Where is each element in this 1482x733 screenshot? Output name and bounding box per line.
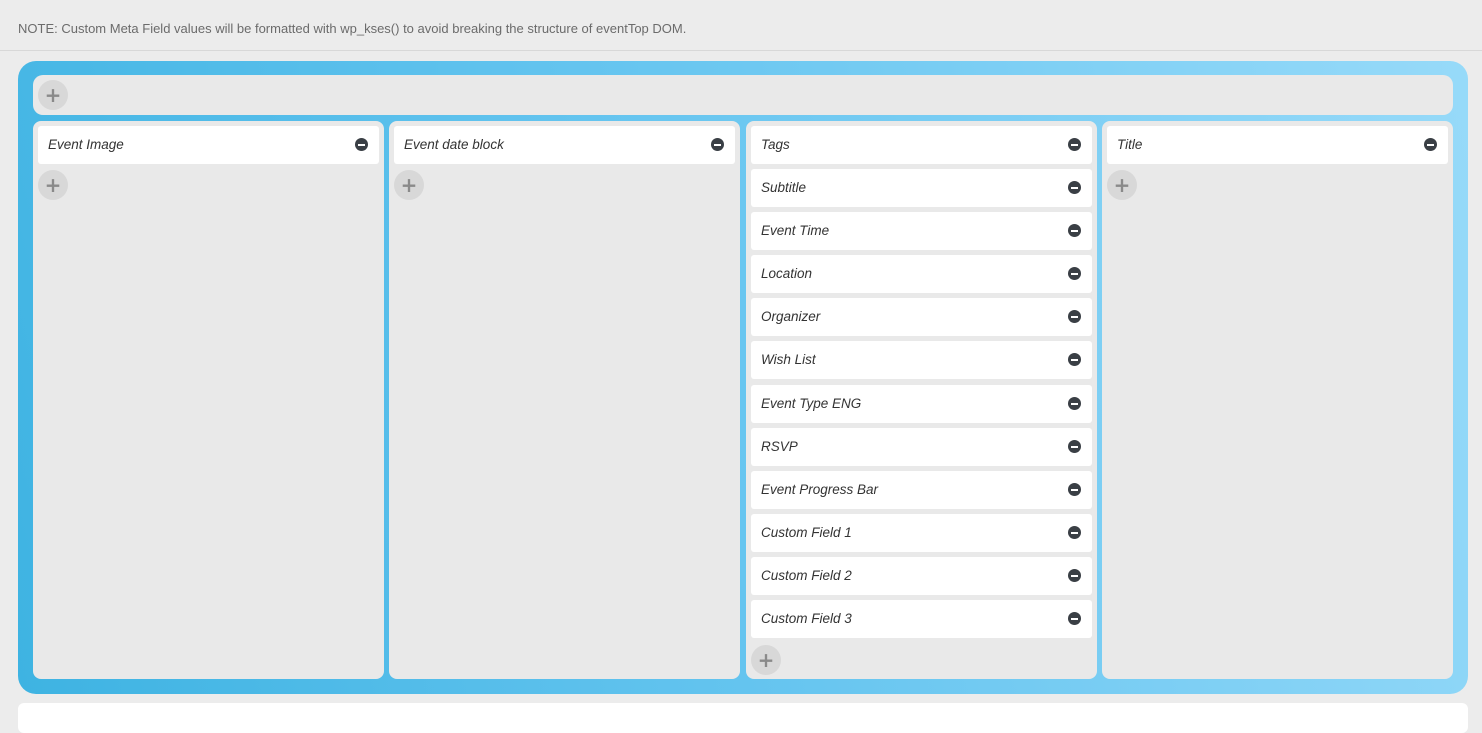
field-label: RSVP xyxy=(761,439,798,454)
minus-circle-icon[interactable] xyxy=(1068,612,1081,625)
note-text: NOTE: Custom Meta Field values will be f… xyxy=(18,21,687,36)
field-label: Custom Field 1 xyxy=(761,525,852,540)
field-item[interactable]: Event Image xyxy=(38,126,379,164)
minus-circle-icon[interactable] xyxy=(1068,310,1081,323)
minus-circle-icon[interactable] xyxy=(1068,397,1081,410)
add-field-button[interactable]: + xyxy=(1107,170,1137,200)
minus-circle-icon[interactable] xyxy=(1068,138,1081,151)
field-item[interactable]: Tags xyxy=(751,126,1092,164)
field-label: Custom Field 3 xyxy=(761,611,852,626)
field-item[interactable]: Event Time xyxy=(751,212,1092,250)
minus-circle-icon[interactable] xyxy=(1068,353,1081,366)
field-label: Event Type ENG xyxy=(761,396,862,411)
field-item[interactable]: Subtitle xyxy=(751,169,1092,207)
field-item[interactable]: Organizer xyxy=(751,298,1092,336)
minus-circle-icon[interactable] xyxy=(1068,181,1081,194)
field-item[interactable]: Wish List xyxy=(751,341,1092,379)
plus-icon: + xyxy=(1113,173,1131,197)
minus-circle-icon[interactable] xyxy=(711,138,724,151)
field-item[interactable]: Custom Field 2 xyxy=(751,557,1092,595)
minus-circle-icon[interactable] xyxy=(1068,440,1081,453)
field-label: Organizer xyxy=(761,309,821,324)
field-label: Event Progress Bar xyxy=(761,482,879,497)
plus-icon: + xyxy=(44,173,62,197)
eventtop-layout-panel: + Event Image + Event date block + Tags … xyxy=(18,61,1468,694)
field-label: Location xyxy=(761,266,813,281)
field-item[interactable]: Event Type ENG xyxy=(751,385,1092,423)
field-item[interactable]: Event Progress Bar xyxy=(751,471,1092,509)
minus-circle-icon[interactable] xyxy=(1068,569,1081,582)
minus-circle-icon[interactable] xyxy=(1068,267,1081,280)
field-item[interactable]: Location xyxy=(751,255,1092,293)
field-item[interactable]: Custom Field 1 xyxy=(751,514,1092,552)
minus-circle-icon[interactable] xyxy=(1068,224,1081,237)
note-bar: NOTE: Custom Meta Field values will be f… xyxy=(0,0,1482,51)
add-field-button[interactable]: + xyxy=(38,80,68,110)
field-item[interactable]: Event date block xyxy=(394,126,735,164)
field-label: Title xyxy=(1117,137,1143,152)
layout-column-3: Tags Subtitle Event Time Location Organi… xyxy=(746,121,1097,679)
plus-icon: + xyxy=(400,173,418,197)
layout-column-2: Event date block + xyxy=(389,121,740,679)
minus-circle-icon[interactable] xyxy=(1068,483,1081,496)
top-row: + xyxy=(33,75,1453,115)
layout-column-1: Event Image + xyxy=(33,121,384,679)
field-label: Event Image xyxy=(48,137,124,152)
next-section-card xyxy=(18,703,1468,733)
layout-column-4: Title + xyxy=(1102,121,1453,679)
minus-circle-icon[interactable] xyxy=(1424,138,1437,151)
field-label: Event date block xyxy=(404,137,504,152)
minus-circle-icon[interactable] xyxy=(355,138,368,151)
field-item[interactable]: Title xyxy=(1107,126,1448,164)
add-field-button[interactable]: + xyxy=(394,170,424,200)
field-label: Event Time xyxy=(761,223,830,238)
field-label: Tags xyxy=(761,137,790,152)
field-item[interactable]: RSVP xyxy=(751,428,1092,466)
plus-icon: + xyxy=(757,648,775,672)
field-label: Custom Field 2 xyxy=(761,568,852,583)
minus-circle-icon[interactable] xyxy=(1068,526,1081,539)
field-label: Subtitle xyxy=(761,180,807,195)
field-item[interactable]: Custom Field 3 xyxy=(751,600,1092,638)
add-field-button[interactable]: + xyxy=(751,645,781,675)
plus-icon: + xyxy=(44,83,62,107)
add-field-button[interactable]: + xyxy=(38,170,68,200)
field-label: Wish List xyxy=(761,352,816,367)
